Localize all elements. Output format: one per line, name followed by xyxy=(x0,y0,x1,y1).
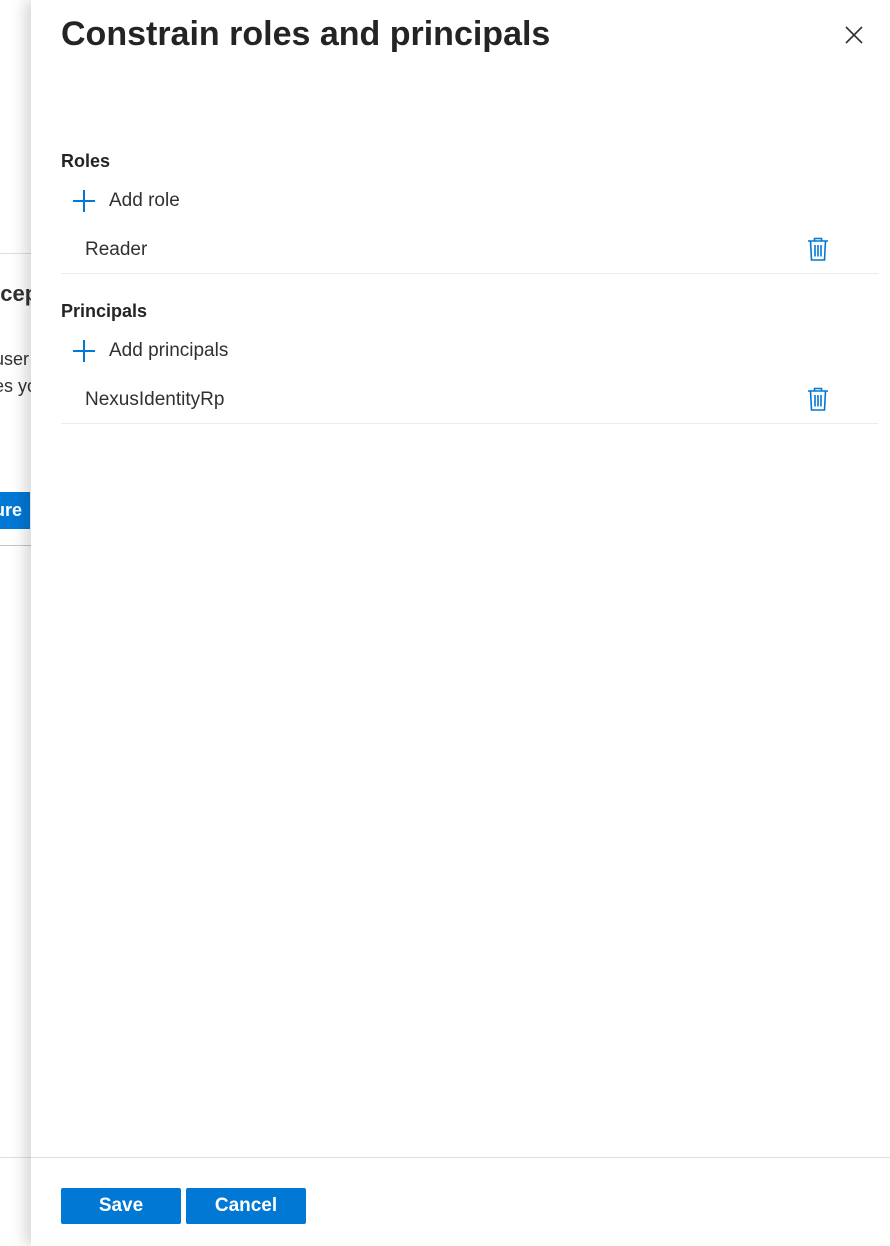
panel-footer: Save Cancel xyxy=(31,1157,890,1246)
plus-icon xyxy=(71,338,97,364)
add-role-button[interactable]: Add role xyxy=(71,185,180,217)
roles-label: Roles xyxy=(61,151,111,171)
trash-icon xyxy=(808,237,828,261)
side-panel: Constrain roles and principals Roles Add… xyxy=(31,0,890,1246)
panel-title: Constrain roles and principals xyxy=(61,15,551,53)
add-principals-button[interactable]: Add principals xyxy=(71,335,228,367)
close-button[interactable] xyxy=(839,20,869,50)
background-button[interactable]: ure xyxy=(0,492,30,529)
delete-principal-button[interactable] xyxy=(805,385,831,413)
cancel-button[interactable]: Cancel xyxy=(186,1188,306,1224)
role-name: Reader xyxy=(85,239,148,260)
plus-icon xyxy=(71,188,97,214)
principal-name: NexusIdentityRp xyxy=(85,389,225,410)
delete-role-button[interactable] xyxy=(805,235,831,263)
principal-row: NexusIdentityRp xyxy=(61,376,878,424)
role-row: Reader xyxy=(61,226,878,274)
add-principals-label: Add principals xyxy=(109,340,229,361)
principals-label: Principals xyxy=(61,301,148,321)
save-button[interactable]: Save xyxy=(61,1188,181,1224)
screen: xcep user es yo ure Constrain roles and … xyxy=(0,0,890,1246)
close-icon xyxy=(845,26,863,44)
trash-icon xyxy=(808,387,828,411)
add-role-label: Add role xyxy=(109,190,180,211)
